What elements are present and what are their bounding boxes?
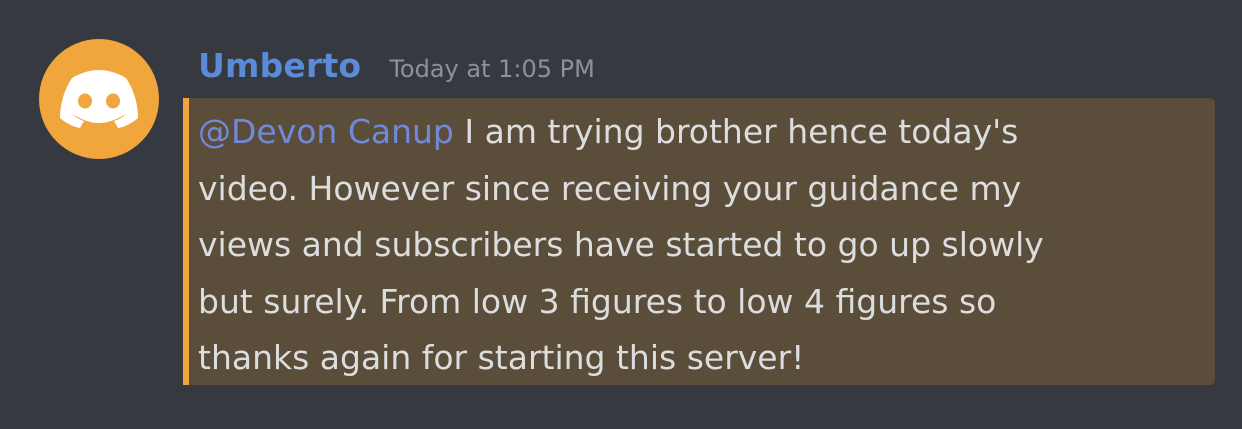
- message-header: Umberto Today at 1:05 PM: [198, 46, 595, 98]
- message-line: thanks again for starting this server!: [198, 338, 805, 377]
- user-avatar[interactable]: [39, 39, 159, 159]
- message-line: @Devon Canup I am trying brother hence t…: [198, 104, 1198, 161]
- user-mention[interactable]: @Devon Canup: [198, 112, 454, 151]
- message-text: I am trying brother hence today's: [453, 112, 1019, 151]
- message-timestamp: Today at 1:05 PM: [389, 55, 595, 83]
- message-line: views and subscribers have started to go…: [198, 225, 1044, 264]
- chat-message: Umberto Today at 1:05 PM @Devon Canup I …: [0, 0, 1242, 429]
- message-line: video. However since receiving your guid…: [198, 168, 1022, 208]
- mention-highlight: @Devon Canup I am trying brother hence t…: [183, 98, 1215, 385]
- author-name[interactable]: Umberto: [198, 46, 361, 85]
- discord-logo-icon: [60, 70, 138, 128]
- message-content: @Devon Canup I am trying brother hence t…: [198, 104, 1198, 387]
- mention-accent-bar: [183, 98, 189, 385]
- message-line: but surely. From low 3 figures to low 4 …: [198, 281, 997, 321]
